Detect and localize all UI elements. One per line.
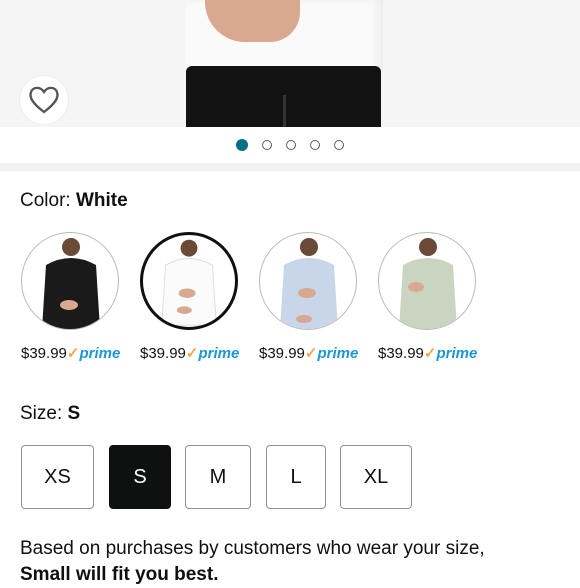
size-heading: Size: S [20, 403, 81, 424]
heart-icon [29, 86, 59, 114]
product-image-carousel[interactable] [0, 0, 580, 127]
model-figure [42, 238, 100, 329]
favorite-button[interactable] [20, 76, 68, 124]
carousel-dot[interactable] [310, 140, 320, 150]
carousel-dot[interactable] [334, 140, 344, 150]
size-option-xl[interactable]: XL [340, 445, 412, 509]
carousel-dot[interactable] [286, 140, 296, 150]
model-figure [399, 238, 457, 329]
model-figure [280, 238, 338, 329]
swatch-price: $39.99✓prime [140, 345, 240, 362]
carousel-dot-active[interactable] [236, 139, 248, 151]
color-swatch-black[interactable] [21, 232, 119, 330]
model-figure [161, 239, 217, 326]
size-option-xs[interactable]: XS [21, 445, 94, 509]
size-option-l[interactable]: L [266, 445, 326, 509]
carousel-dot[interactable] [262, 140, 272, 150]
section-divider [0, 163, 580, 171]
swatch-price: $39.99✓prime [378, 345, 478, 362]
size-option-m[interactable]: M [185, 445, 251, 509]
fit-recommendation: Based on purchases by customers who wear… [20, 538, 485, 585]
size-option-s[interactable]: S [109, 445, 171, 509]
swatch-price: $39.99✓prime [259, 345, 359, 362]
selected-size: S [67, 403, 81, 424]
swatch-price: $39.99✓prime [21, 345, 121, 362]
carousel-dots [0, 127, 580, 163]
color-swatch-light-blue[interactable] [259, 232, 357, 330]
color-heading: Color: White [20, 190, 128, 211]
pants-seam [283, 95, 286, 127]
color-swatch-white[interactable] [140, 232, 238, 330]
color-swatch-sage[interactable] [378, 232, 476, 330]
selected-color: White [75, 190, 128, 211]
